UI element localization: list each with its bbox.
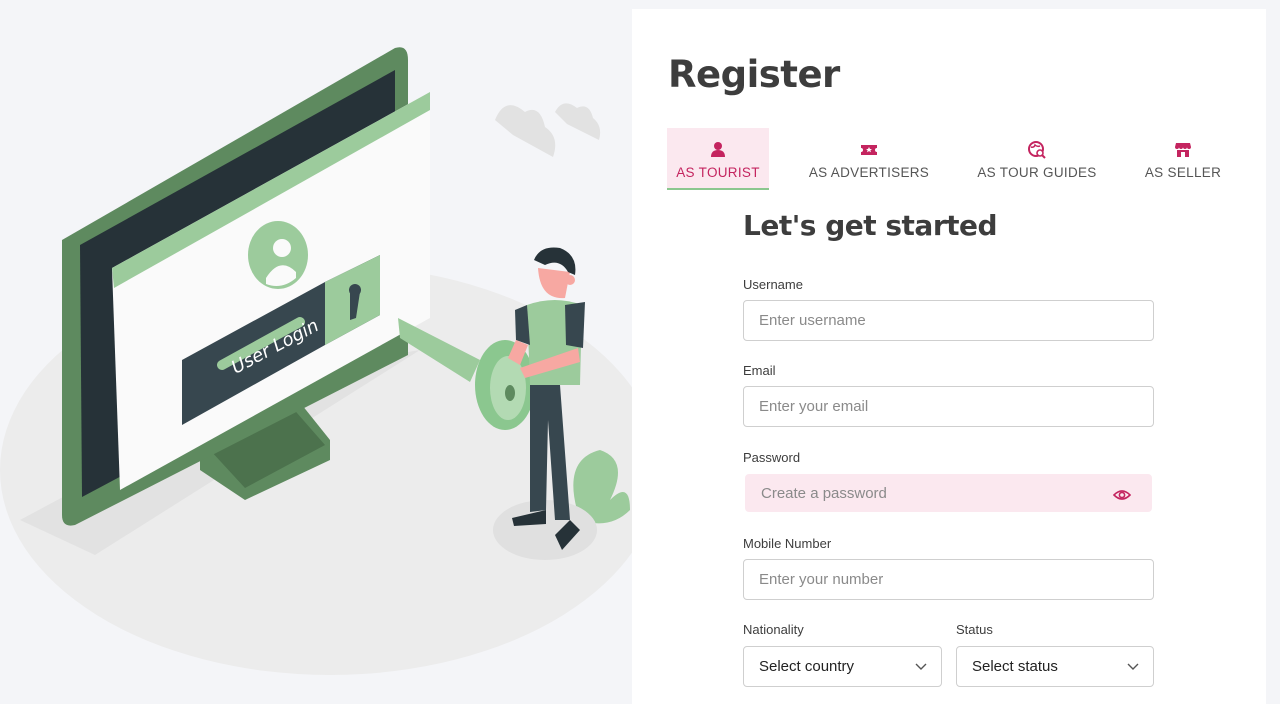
status-label: Status [956,622,993,637]
globe-search-icon [1028,141,1046,159]
tab-seller[interactable]: AS SELLER [1139,128,1227,190]
password-label: Password [743,450,801,465]
form-heading: Let's get started [743,209,998,242]
tab-tour-guides[interactable]: AS TOUR GUIDES [977,128,1097,190]
store-icon [1175,143,1191,157]
ticket-icon [861,145,877,155]
eye-icon[interactable] [1113,487,1131,503]
email-input[interactable]: Enter your email [743,386,1154,427]
mobile-input[interactable]: Enter your number [743,559,1154,600]
username-label: Username [743,277,803,292]
mobile-label: Mobile Number [743,536,832,551]
user-login-illustration [0,47,632,675]
tab-tourist[interactable]: AS TOURIST [667,128,769,190]
username-placeholder: Enter username [759,312,866,329]
tab-seller-label: AS SELLER [1144,165,1222,180]
nationality-select[interactable]: Select country [743,646,942,687]
register-illustration: User Login [0,0,632,704]
tab-tourist-label: AS TOURIST [676,165,760,180]
email-placeholder: Enter your email [759,398,869,415]
chevron-down-icon [915,663,927,670]
register-panel: Register AS TOURIST AS ADVERTISERS AS TO… [632,9,1266,704]
role-tabs: AS TOURIST AS ADVERTISERS AS TOUR GUIDES [667,128,1227,190]
nationality-label: Nationality [743,622,804,637]
status-select[interactable]: Select status [956,646,1154,687]
nationality-value: Select country [759,658,855,675]
tab-advertisers[interactable]: AS ADVERTISERS [809,128,929,190]
tab-advertisers-label: AS ADVERTISERS [808,165,930,180]
password-input[interactable]: Create a password [745,474,1152,512]
status-value: Select status [972,658,1058,675]
username-input[interactable]: Enter username [743,300,1154,341]
mobile-placeholder: Enter your number [759,571,884,588]
email-label: Email [743,363,776,378]
page-title: Register [668,53,840,96]
chevron-down-icon [1127,663,1139,670]
password-placeholder: Create a password [761,484,887,502]
tab-tour-guides-label: AS TOUR GUIDES [977,165,1097,180]
person-icon [711,142,725,157]
